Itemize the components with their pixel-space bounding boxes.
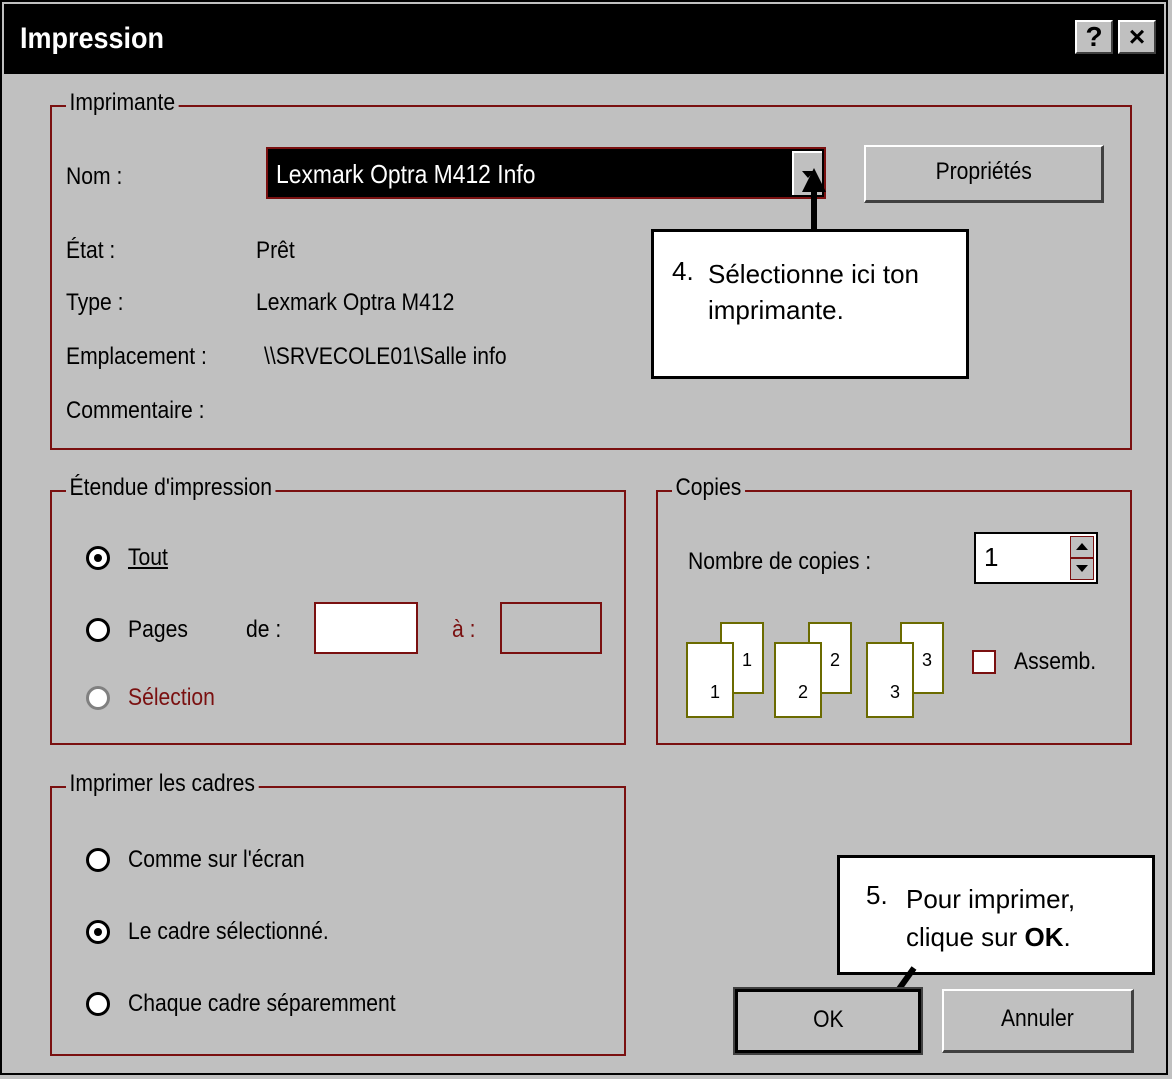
properties-label: Propriétés: [935, 158, 1032, 185]
printer-legend: Imprimante: [66, 89, 179, 117]
status-label: État :: [66, 237, 116, 264]
window-title: Impression: [20, 22, 165, 55]
callout-5-ok: OK: [1024, 922, 1064, 952]
printer-select-value: Lexmark Optra M412 Info: [276, 159, 536, 189]
radio-all[interactable]: [86, 546, 110, 570]
radio-frame-screen[interactable]: [86, 848, 110, 872]
pages-label: Pages: [128, 616, 188, 644]
from-label: de :: [246, 616, 282, 643]
from-input[interactable]: [314, 602, 418, 654]
stepper-up-button[interactable]: [1070, 536, 1094, 558]
location-value: \\SRVECOLE01\Salle info: [264, 343, 507, 370]
radio-pages[interactable]: [86, 618, 110, 642]
page-number-front-2: 2: [798, 682, 809, 702]
name-label: Nom :: [66, 163, 122, 191]
radio-selection[interactable]: [86, 686, 110, 710]
collate-checkbox[interactable]: [972, 650, 996, 674]
comment-label: Commentaire :: [66, 397, 205, 424]
page-number-back-2: 2: [830, 650, 841, 670]
print-range-legend: Étendue d'impression: [66, 474, 276, 502]
page-number-front-3: 3: [890, 682, 901, 702]
pages-label-text: Pages: [128, 616, 188, 643]
radio-frame-selected[interactable]: [86, 920, 110, 944]
page-icon-front-2: 2: [774, 642, 822, 718]
printer-group: Imprimante Nom : Lexmark Optra M412 Info…: [50, 89, 1132, 450]
ok-button[interactable]: OK: [733, 987, 923, 1055]
all-label: Tout: [128, 544, 168, 571]
frame-option-selected: Le cadre sélectionné.: [128, 918, 329, 945]
callout-step-5: 5. Pour imprimer, clique sur OK.: [837, 855, 1155, 975]
print-frames-group: Imprimer les cadres Comme sur l'écran Le…: [50, 770, 626, 1056]
chevron-up-icon: [1076, 543, 1088, 550]
status-value: Prêt: [256, 237, 295, 264]
collate-label: Assemb.: [1014, 648, 1097, 675]
cancel-label: Annuler: [1001, 1005, 1074, 1032]
name-label-text: Nom :: [66, 163, 123, 190]
cancel-button[interactable]: Annuler: [942, 989, 1134, 1053]
close-button[interactable]: ×: [1118, 20, 1156, 54]
printer-select[interactable]: Lexmark Optra M412 Info: [266, 147, 826, 199]
callout-4-text: Sélectionne ici ton imprimante.: [708, 259, 920, 325]
callout-4-arrow-icon: [802, 168, 826, 192]
title-bar: Impression ? ×: [4, 4, 1164, 74]
frame-option-each: Chaque cadre séparemment: [128, 990, 396, 1017]
callout-5-number: 5.: [866, 880, 888, 910]
selection-label: Sélection: [128, 684, 215, 711]
callout-5-end: .: [1063, 922, 1071, 952]
type-label: Type :: [66, 289, 124, 316]
stepper-down-button[interactable]: [1070, 558, 1094, 580]
radio-frame-each[interactable]: [86, 992, 110, 1016]
copies-group: Copies Nombre de copies : 1 1 1 2 2 3 3 …: [656, 474, 1132, 745]
type-value: Lexmark Optra M412: [256, 289, 455, 316]
frame-option-screen: Comme sur l'écran: [128, 846, 305, 873]
page-icon-front-1: 1: [686, 642, 734, 718]
properties-button[interactable]: Propriétés: [864, 145, 1104, 203]
help-button[interactable]: ?: [1075, 20, 1113, 54]
to-label: à :: [452, 616, 476, 643]
copies-count-value: 1: [984, 542, 999, 572]
print-frames-legend: Imprimer les cadres: [66, 770, 259, 798]
to-input[interactable]: [500, 602, 602, 654]
callout-5-text: Pour imprimer, clique sur OK.: [906, 880, 1146, 956]
location-label: Emplacement :: [66, 343, 207, 370]
copies-count-label: Nombre de copies :: [688, 548, 872, 575]
callout-step-4: 4. Sélectionne ici ton imprimante.: [651, 229, 969, 379]
page-number-back-3: 3: [922, 650, 933, 670]
copies-legend: Copies: [672, 474, 745, 502]
page-icon-front-3: 3: [866, 642, 914, 718]
callout-4-number: 4.: [672, 256, 694, 286]
chevron-down-icon: [1076, 565, 1088, 572]
print-range-group: Étendue d'impression Tout Pages de : à :…: [50, 474, 626, 745]
page-number-front-1: 1: [710, 682, 721, 702]
ok-label: OK: [812, 1006, 844, 1033]
page-number-back-1: 1: [742, 650, 753, 670]
print-dialog: Impression ? × Imprimante Nom : Lexmark …: [0, 0, 1168, 1075]
copies-stepper[interactable]: 1: [974, 532, 1098, 584]
